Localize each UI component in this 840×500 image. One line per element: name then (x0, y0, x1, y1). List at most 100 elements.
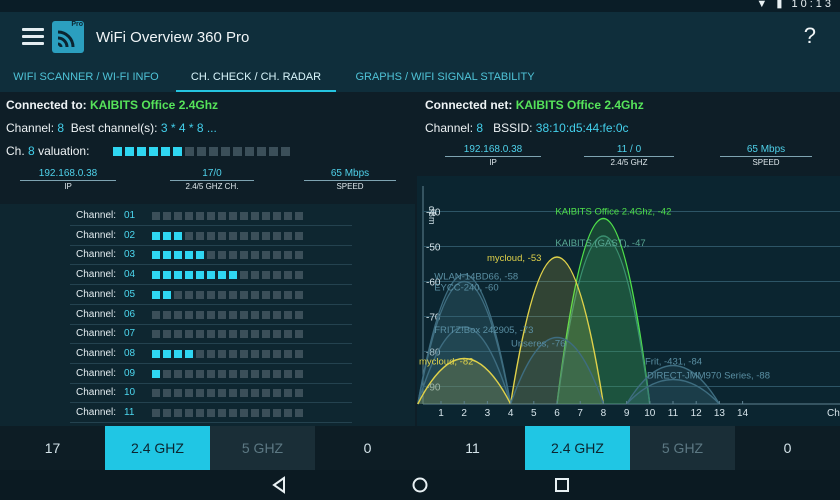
band-button[interactable]: 11 (420, 426, 525, 470)
channel-usage-segment (185, 330, 193, 339)
channel-usage-segment (174, 349, 182, 358)
left-ip-metric: 192.168.0.38 IP (20, 168, 116, 191)
tab-graphs[interactable]: GRAPHS / WIFI SIGNAL STABILITY (340, 62, 550, 92)
channel-usage-meter (152, 330, 303, 339)
band-button[interactable]: 2.4 GHZ (105, 426, 210, 470)
channel-usage-segment (152, 231, 160, 240)
valuation-label: valuation: (38, 144, 90, 158)
band-button[interactable]: 0 (735, 426, 840, 470)
channel-usage-segment (240, 271, 248, 280)
network-label: DIRECT-JMM970 Series, -88 (647, 371, 770, 382)
channel-usage-segment (174, 330, 182, 339)
channel-usage-segment (251, 251, 259, 260)
channel-row: Channel: 10 (70, 384, 352, 404)
channel-usage-segment (273, 231, 281, 240)
valuation-segment (173, 147, 182, 156)
x-tick-label: 4 (508, 408, 514, 419)
recent-apps-icon[interactable] (553, 476, 571, 494)
channel-usage-segment (207, 369, 215, 378)
channel-usage-segment (240, 409, 248, 417)
left-speed-metric: 65 Mbps SPEED (304, 168, 396, 191)
channel-usage-segment (295, 212, 303, 220)
valuation-segment (149, 147, 158, 156)
channel-row-label: Channel: (76, 328, 117, 340)
channel-radar-chart: dBm -40 -50 -60 -70 -80 -90 KAIBITS Office 2.4G… (417, 176, 840, 426)
channel-usage-segment (262, 290, 270, 299)
channel-usage-segment (295, 271, 303, 280)
status-bar: ▼ ▮ 10:13 (0, 0, 840, 12)
channel-usage-segment (295, 231, 303, 240)
channel-usage-segment (174, 310, 182, 319)
valuation-segment (233, 147, 242, 156)
channel-usage-segment (218, 330, 226, 339)
channel-usage-segment (229, 349, 237, 358)
channel-usage-segment (284, 310, 292, 319)
y-tick-label: -40 (426, 208, 441, 219)
channel-usage-segment (218, 310, 226, 319)
channel-usage-segment (218, 271, 226, 280)
network-label: KAIBITS (GAST), -47 (555, 238, 645, 249)
left-ghz-value: 17/0 (170, 168, 254, 181)
x-tick-label: 6 (554, 408, 560, 419)
channel-load-panel: Channel: 01 Channel: 02 Channel: 03 Channel: 04… (0, 204, 415, 426)
band-button[interactable]: 5 GHZ (210, 426, 315, 470)
band-button[interactable]: 5 GHZ (630, 426, 735, 470)
channel-usage-segment (273, 389, 281, 398)
right-speed-label: SPEED (752, 158, 780, 167)
channel-usage-segment (229, 231, 237, 240)
channel-usage-segment (251, 290, 259, 299)
home-icon[interactable] (411, 476, 429, 494)
connected-net-label: Connected net: (425, 98, 513, 112)
right-ip-value: 192.168.0.38 (445, 144, 541, 157)
x-tick-label: 1 (438, 408, 444, 419)
channel-usage-segment (240, 251, 248, 260)
channel-row-label: Channel: (76, 210, 117, 221)
x-tick-label: 7 (577, 408, 583, 419)
channel-usage-segment (218, 212, 226, 220)
y-tick-label: -50 (426, 243, 441, 254)
band-button[interactable]: 2.4 GHZ (525, 426, 630, 470)
channel-usage-segment (196, 409, 204, 417)
channel-usage-meter (152, 310, 303, 319)
channel-usage-segment (295, 310, 303, 319)
network-label: EYCC-240, -60 (434, 283, 498, 294)
valuation-segment (185, 147, 194, 156)
channel-usage-segment (163, 310, 171, 319)
valuation-meter (113, 147, 290, 156)
channel-usage-segment (152, 330, 160, 339)
channel-usage-segment (207, 212, 215, 220)
band-button[interactable]: 0 (315, 426, 420, 470)
channel-usage-segment (207, 271, 215, 280)
help-button[interactable]: ? (804, 23, 816, 49)
channel-usage-segment (229, 251, 237, 260)
channel-usage-segment (295, 349, 303, 358)
band-button[interactable]: 17 (0, 426, 105, 470)
back-icon[interactable] (270, 476, 288, 494)
tab-bar: WIFI SCANNER / WI-FI INFO CH. CHECK / CH… (0, 62, 840, 92)
tab-wifi-scanner[interactable]: WIFI SCANNER / WI-FI INFO (0, 62, 172, 92)
channel-usage-segment (218, 369, 226, 378)
channel-usage-segment (174, 251, 182, 260)
channel-usage-segment (273, 251, 281, 260)
right-channel-value: 8 (476, 121, 484, 135)
channel-usage-segment (251, 389, 259, 398)
valuation-segment (221, 147, 230, 156)
channel-row: Channel: 03 (70, 246, 352, 266)
channel-usage-segment (251, 231, 259, 240)
tab-channel-check[interactable]: CH. CHECK / CH. RADAR (176, 62, 336, 92)
channel-usage-segment (295, 389, 303, 398)
channel-usage-segment (185, 389, 193, 398)
channel-row-label: Channel: (76, 387, 117, 399)
channel-row-number: 01 (124, 210, 136, 221)
bssid-value: 38:10:d5:44:fe:0c (535, 121, 629, 135)
best-channel-value: 3 * 4 * 8 ... (160, 121, 217, 135)
menu-icon[interactable] (22, 28, 44, 46)
channel-usage-segment (262, 271, 270, 280)
channel-usage-segment (207, 330, 215, 339)
channel-usage-segment (284, 409, 292, 417)
channel-row-number: 11 (124, 407, 135, 418)
channel-usage-segment (284, 290, 292, 299)
channel-usage-segment (207, 231, 215, 240)
channel-usage-segment (185, 310, 193, 319)
network-label: Unseres, -76 (511, 339, 565, 350)
